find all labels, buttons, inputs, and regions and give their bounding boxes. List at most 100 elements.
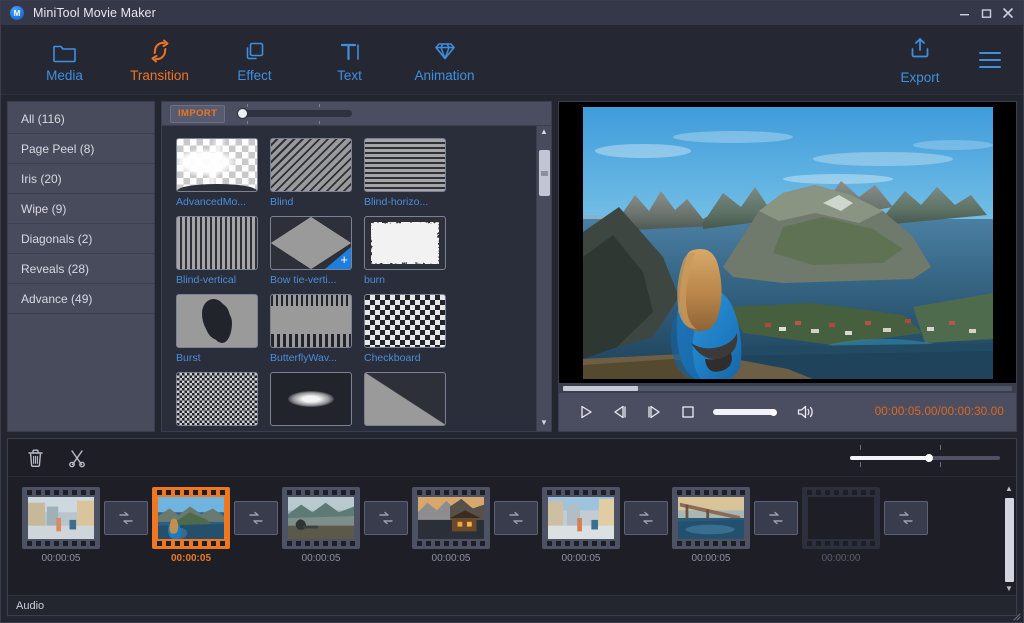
resize-grip-icon[interactable]	[1011, 611, 1021, 621]
export-button[interactable]: Export	[889, 36, 951, 85]
zoom-handle[interactable]	[925, 454, 933, 462]
timeline-clip[interactable]: 00:00:05	[282, 487, 360, 564]
timeline-clip[interactable]: 00:00:05	[542, 487, 620, 564]
transition-swap-icon[interactable]	[884, 501, 928, 535]
play-button[interactable]	[569, 397, 603, 427]
transition-item[interactable]: ButterflyWav...	[270, 294, 352, 364]
application-window: M MiniTool Movie Maker Media	[0, 0, 1024, 623]
clip-frame[interactable]	[282, 487, 360, 549]
timeline-scrollbar-thumb[interactable]	[1005, 498, 1014, 582]
clip-frame[interactable]	[542, 487, 620, 549]
text-icon	[339, 37, 361, 63]
scissors-icon[interactable]	[67, 448, 87, 468]
transition-item[interactable]: burn	[364, 216, 446, 286]
sidebar-item-wipe[interactable]: Wipe (9)	[8, 194, 154, 224]
transition-item[interactable]: Blind-vertical	[176, 216, 258, 286]
next-frame-button[interactable]	[637, 397, 671, 427]
stop-button[interactable]	[671, 397, 705, 427]
minimize-button[interactable]	[953, 2, 975, 24]
transition-label: Blind-horizo...	[364, 196, 446, 208]
clip-frame[interactable]	[672, 487, 750, 549]
sidebar-item-all[interactable]: All (116)	[8, 104, 154, 134]
effect-icon	[243, 37, 267, 63]
audio-track[interactable]: Audio	[8, 595, 1016, 615]
transition-slot[interactable]	[620, 487, 672, 535]
clip-duration: 00:00:05	[42, 553, 81, 564]
transition-slot[interactable]	[880, 487, 932, 535]
transition-item[interactable]: Checkboard	[364, 294, 446, 364]
transition-swap-icon[interactable]	[104, 501, 148, 535]
sidebar-item-diagonals[interactable]: Diagonals (2)	[8, 224, 154, 254]
transition-slot[interactable]	[230, 487, 282, 535]
sidebar-item-reveals[interactable]: Reveals (28)	[8, 254, 154, 284]
transition-item[interactable]: AdvancedMo...	[176, 138, 258, 208]
timeline-scrollbar[interactable]: ▲ ▼	[1002, 477, 1016, 595]
transition-label: Blind	[270, 196, 352, 208]
transition-item[interactable]: Burst	[176, 294, 258, 364]
clip-frame[interactable]	[412, 487, 490, 549]
hamburger-menu-icon[interactable]	[979, 52, 1005, 68]
film-sprockets	[155, 541, 227, 546]
transition-slot[interactable]	[750, 487, 802, 535]
scrollbar-track[interactable]	[539, 140, 550, 417]
timeline-clip[interactable]: 00:00:05	[672, 487, 750, 564]
transitions-panel: IMPORT Advan	[161, 101, 552, 432]
progress-track[interactable]	[563, 386, 1012, 391]
trash-icon[interactable]	[26, 448, 45, 468]
clip-duration: 00:00:05	[562, 553, 601, 564]
import-button[interactable]: IMPORT	[170, 105, 225, 123]
tab-transition[interactable]: Transition	[112, 29, 207, 91]
timeline-panel: 00:00:05	[7, 438, 1017, 616]
scroll-down-arrow-icon[interactable]: ▼	[540, 419, 548, 429]
transition-swap-icon[interactable]	[494, 501, 538, 535]
transition-item[interactable]: Blind	[270, 138, 352, 208]
transition-item[interactable]: Blind-horizo...	[364, 138, 446, 208]
maximize-button[interactable]	[975, 2, 997, 24]
transition-thumbnail	[176, 372, 258, 426]
timeline-clip[interactable]: 00:00:05	[412, 487, 490, 564]
film-sprockets	[675, 490, 747, 495]
scrollbar-thumb[interactable]	[539, 150, 550, 196]
timeline-zoom-slider[interactable]	[850, 450, 1000, 466]
transition-swap-icon[interactable]	[624, 501, 668, 535]
speaker-icon[interactable]	[789, 397, 823, 427]
scroll-up-arrow-icon[interactable]: ▲	[540, 128, 548, 138]
transition-item[interactable]: circleopen	[270, 372, 352, 431]
timeline-scroll-down-icon[interactable]: ▼	[1005, 585, 1013, 595]
transition-item[interactable]: + Bow tie-verti...	[270, 216, 352, 286]
transition-icon	[147, 37, 173, 63]
sidebar-item-page-peel[interactable]: Page Peel (8)	[8, 134, 154, 164]
sidebar-item-iris[interactable]: Iris (20)	[8, 164, 154, 194]
transition-slot[interactable]	[490, 487, 542, 535]
timeline-clip[interactable]: 00:00:05	[152, 487, 230, 564]
volume-slider[interactable]	[713, 404, 775, 420]
clip-frame[interactable]	[22, 487, 100, 549]
transition-slot[interactable]	[360, 487, 412, 535]
timeline-clip[interactable]: 00:00:00	[802, 487, 880, 564]
playback-progress-bar[interactable]	[559, 383, 1016, 393]
tab-text[interactable]: Text	[302, 29, 397, 91]
transition-item[interactable]: Clock	[364, 372, 446, 431]
close-button[interactable]	[997, 2, 1019, 24]
timeline-scroll-up-icon[interactable]: ▲	[1005, 485, 1013, 495]
timeline-clip[interactable]: 00:00:05	[22, 487, 100, 564]
tab-effect[interactable]: Effect	[207, 29, 302, 91]
preview-screen	[559, 102, 1016, 383]
thumbnail-size-slider[interactable]	[237, 107, 352, 121]
sidebar-item-advance[interactable]: Advance (49)	[8, 284, 154, 314]
volume-handle[interactable]	[770, 409, 777, 416]
previous-frame-button[interactable]	[603, 397, 637, 427]
tab-media-label: Media	[46, 68, 83, 83]
clip-frame[interactable]	[802, 487, 880, 549]
timecode-display: 00:00:05.00/00:00:30.00	[875, 406, 1004, 418]
transition-item[interactable]: Checkboards	[176, 372, 258, 431]
tab-media[interactable]: Media	[17, 29, 112, 91]
clip-frame[interactable]	[152, 487, 230, 549]
transition-swap-icon[interactable]	[234, 501, 278, 535]
tab-animation[interactable]: Animation	[397, 29, 492, 91]
transition-swap-icon[interactable]	[754, 501, 798, 535]
transitions-scrollbar[interactable]: ▲ ▼	[536, 126, 551, 431]
transition-slot[interactable]	[100, 487, 152, 535]
transition-swap-icon[interactable]	[364, 501, 408, 535]
add-transition-icon[interactable]: +	[325, 247, 351, 269]
